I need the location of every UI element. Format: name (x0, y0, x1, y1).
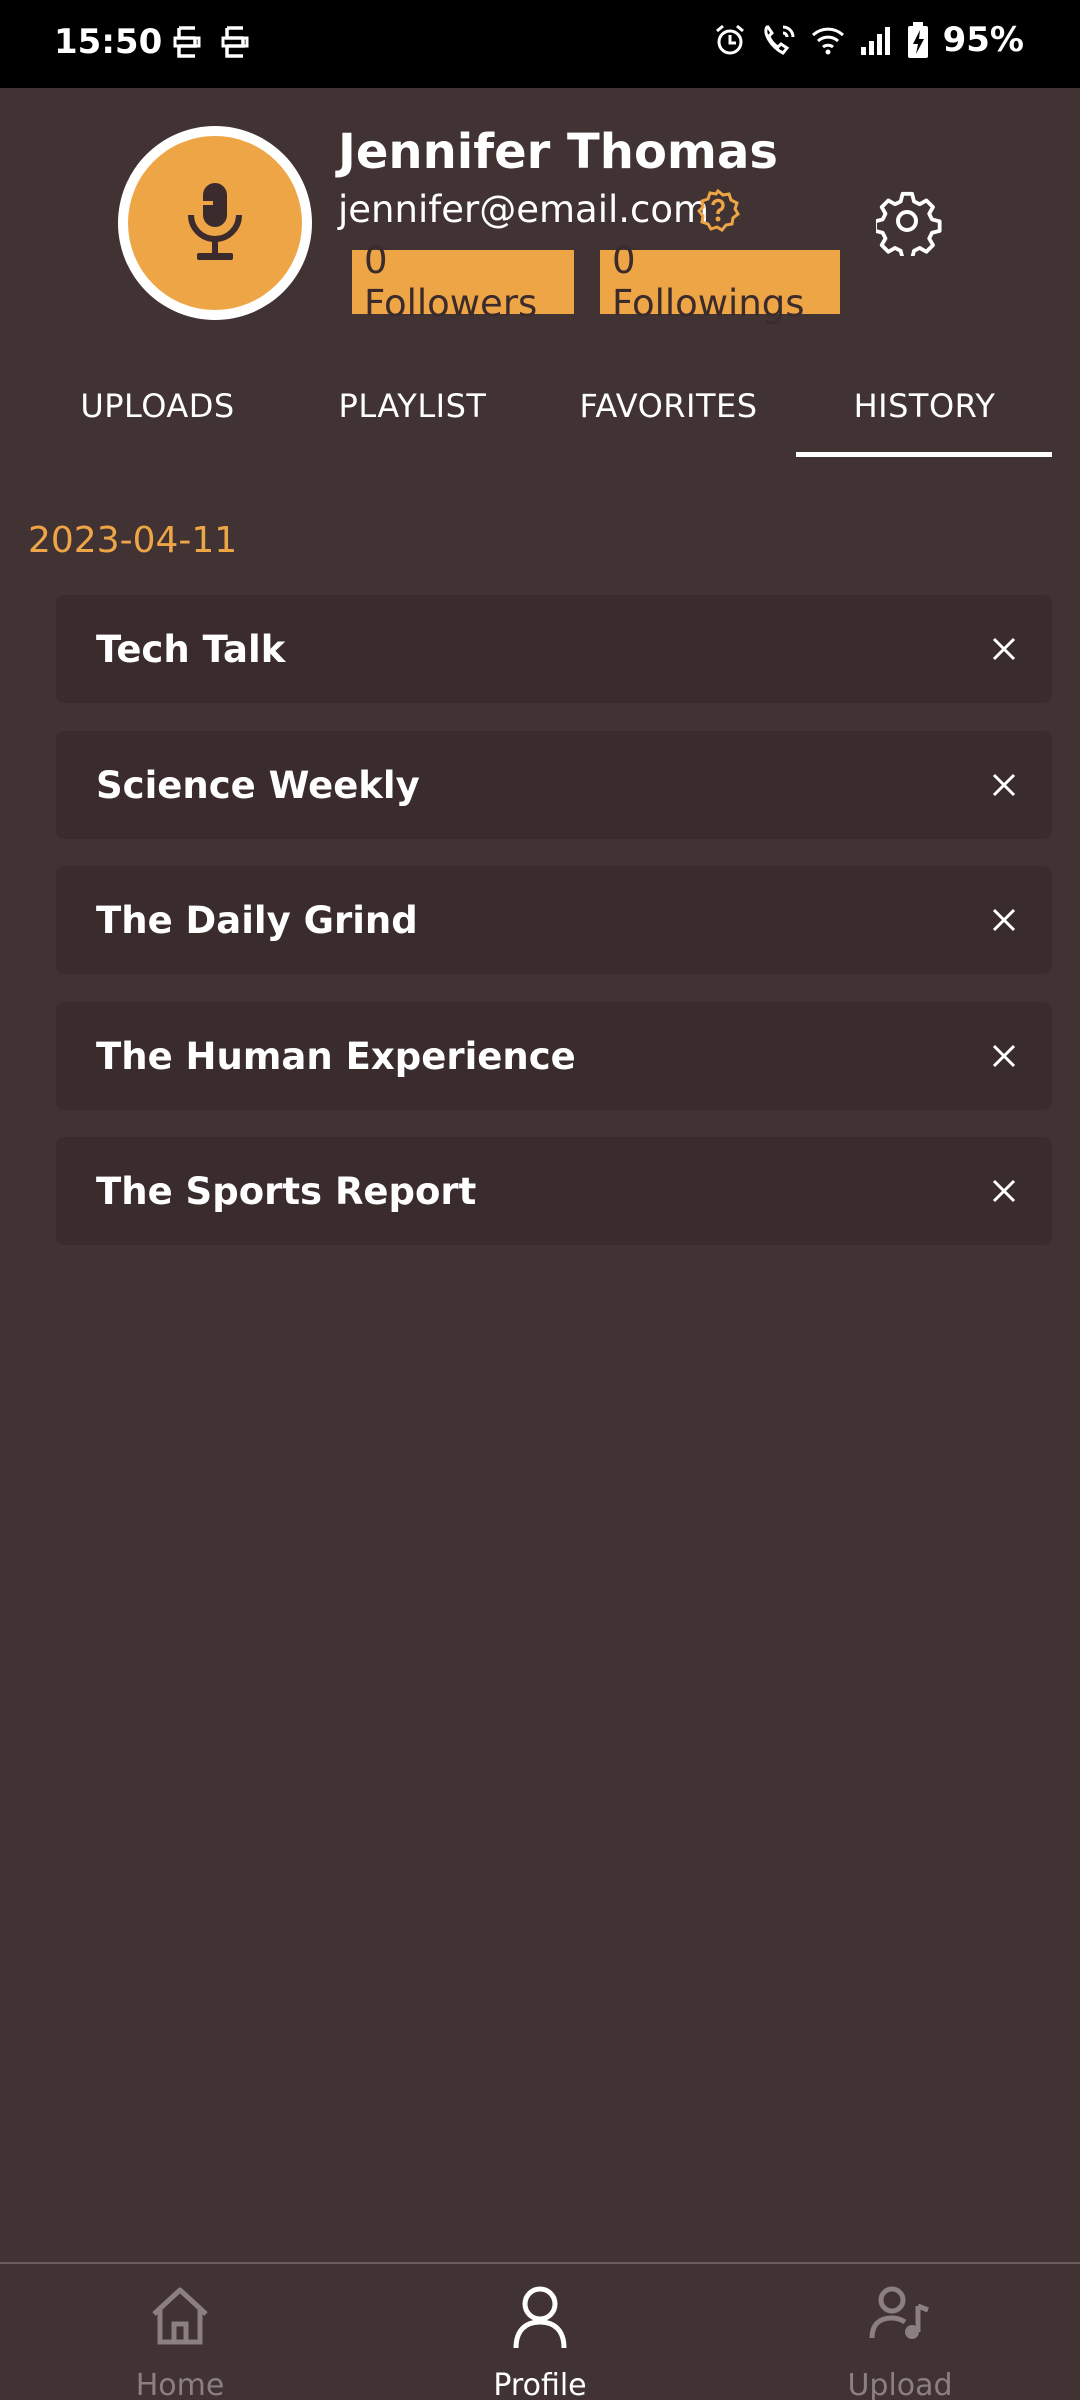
home-icon (152, 2287, 208, 2345)
signal-icon (860, 27, 890, 55)
profile-icon (513, 2286, 567, 2349)
alarm-icon (715, 24, 744, 55)
profile-email: jennifer@email.com (338, 188, 710, 231)
status-system-icons: 95% (713, 20, 1024, 60)
history-item-title: The Human Experience (96, 1034, 576, 1078)
history-item[interactable]: Science Weekly (56, 731, 1052, 839)
battery-percentage: 95% (942, 20, 1024, 60)
avatar-inner (128, 136, 302, 310)
history-item[interactable]: Tech Talk (56, 595, 1052, 703)
nav-profile[interactable]: Profile (360, 2264, 720, 2400)
help-badge-icon[interactable] (696, 188, 740, 232)
tab-favorites[interactable]: FAVORITES (541, 354, 796, 458)
followings-count[interactable]: 0 Followings (600, 239, 840, 325)
status-time: 15:50 (54, 22, 163, 62)
upload-music-icon (869, 2286, 929, 2339)
close-icon[interactable] (986, 902, 1022, 938)
history-item-title: Science Weekly (96, 763, 420, 807)
avatar[interactable] (118, 126, 312, 320)
microphone-icon (188, 183, 242, 260)
close-icon[interactable] (986, 1038, 1022, 1074)
followers-count[interactable]: 0 Followers (352, 239, 574, 325)
bottom-navigation: Home Profile Upload (0, 2262, 1080, 2400)
status-bar: 15:50 95% (0, 0, 1080, 88)
profile-name: Jennifer Thomas (338, 124, 778, 180)
status-notification-icons (172, 24, 250, 60)
history-item-title: The Sports Report (96, 1169, 477, 1213)
active-tab-indicator (796, 452, 1052, 457)
history-item-title: The Daily Grind (96, 898, 418, 942)
tab-uploads[interactable]: UPLOADS (30, 354, 285, 458)
battery-charging-icon (907, 22, 928, 58)
nav-profile-label: Profile (493, 2368, 587, 2400)
history-date: 2023-04-11 (28, 520, 238, 561)
settings-gear-icon[interactable] (876, 190, 942, 256)
close-icon[interactable] (986, 631, 1022, 667)
wifi-icon (811, 27, 844, 55)
nav-upload-label: Upload (847, 2368, 953, 2400)
nav-upload[interactable]: Upload (720, 2264, 1080, 2400)
notification-app-icon (221, 26, 249, 58)
notification-app-icon (173, 26, 201, 58)
history-item[interactable]: The Sports Report (56, 1137, 1052, 1245)
tab-history[interactable]: HISTORY (797, 354, 1052, 458)
profile-header: Jennifer Thomas jennifer@email.com 0 Fol… (0, 88, 1080, 348)
close-icon[interactable] (986, 1173, 1022, 1209)
close-icon[interactable] (986, 767, 1022, 803)
nav-home-label: Home (135, 2368, 225, 2400)
wifi-calling-icon (764, 25, 795, 55)
profile-tabs: UPLOADS PLAYLIST FAVORITES HISTORY (0, 354, 1080, 458)
nav-home[interactable]: Home (0, 2264, 360, 2400)
history-item-title: Tech Talk (96, 627, 286, 671)
history-item[interactable]: The Human Experience (56, 1002, 1052, 1110)
history-item[interactable]: The Daily Grind (56, 866, 1052, 974)
tab-playlist[interactable]: PLAYLIST (285, 354, 540, 458)
